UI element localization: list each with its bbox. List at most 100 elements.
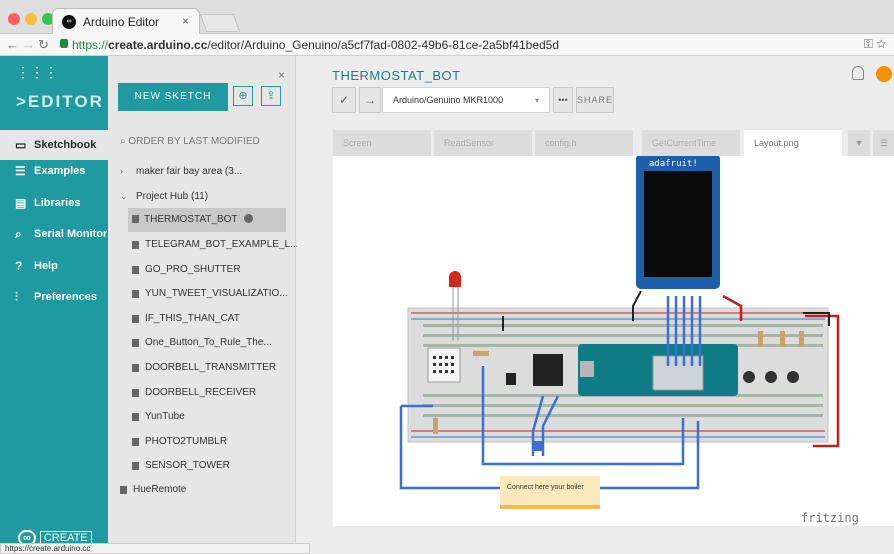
push-button bbox=[765, 371, 777, 383]
sketch-label: YUN_TWEET_VISUALIZATIO... bbox=[145, 288, 288, 299]
tab-close-icon[interactable]: × bbox=[182, 14, 189, 28]
file-icon bbox=[132, 413, 139, 421]
folder-label: maker fair bay area (3... bbox=[136, 166, 243, 177]
sketch-item[interactable]: YUN_TWEET_VISUALIZATIO... bbox=[108, 283, 296, 305]
sketch-label: One_Button_To_Rule_The... bbox=[145, 337, 272, 348]
sketch-title: THERMOSTAT_BOT bbox=[332, 68, 461, 83]
file-icon bbox=[132, 290, 139, 298]
push-button bbox=[743, 371, 755, 383]
more-button[interactable]: ••• bbox=[553, 87, 573, 113]
sketch-label: HueRemote bbox=[133, 484, 187, 495]
board-selector[interactable]: Arduino/Genuino MKR1000 ▾ bbox=[382, 87, 550, 113]
upload-button[interactable]: → bbox=[359, 87, 381, 113]
sidebar-item-serial-monitor[interactable]: ⌕ Serial Monitor bbox=[0, 219, 108, 249]
sketch-label: THERMOSTAT_BOT bbox=[144, 214, 238, 225]
sketch-label: DOORBELL_TRANSMITTER bbox=[145, 362, 277, 373]
sidebar-item-help[interactable]: ? Help bbox=[0, 251, 108, 281]
share-button[interactable]: SHARE bbox=[576, 87, 614, 113]
list-icon: ☰ bbox=[15, 164, 26, 178]
top-right-controls bbox=[852, 66, 892, 83]
status-bar: https://create.arduino.cc bbox=[0, 543, 310, 554]
file-icon bbox=[132, 266, 139, 274]
bell-icon[interactable] bbox=[852, 66, 864, 80]
sketch-label: SENSOR_TOWER bbox=[145, 460, 230, 471]
forward-arrow-icon[interactable]: → bbox=[22, 37, 35, 52]
file-icon bbox=[132, 315, 139, 323]
resistor bbox=[780, 331, 785, 347]
url-scheme: https:// bbox=[72, 38, 109, 52]
reload-icon[interactable]: ↻ bbox=[38, 37, 49, 53]
sketch-item[interactable]: One_Button_To_Rule_The... bbox=[108, 332, 296, 354]
file-icon bbox=[132, 438, 139, 446]
new-folder-icon[interactable]: ⊕ bbox=[233, 86, 253, 106]
sketch-item[interactable]: TELEGRAM_BOT_EXAMPLE_L... bbox=[108, 234, 298, 256]
new-tab-button[interactable] bbox=[199, 14, 241, 32]
fritzing-watermark: fritzing bbox=[801, 511, 859, 525]
chevron-right-icon: › bbox=[120, 166, 123, 176]
tab-config[interactable]: config.h bbox=[535, 130, 635, 156]
avatar[interactable] bbox=[876, 66, 892, 82]
chevron-down-icon: ⌄ bbox=[120, 191, 128, 201]
back-arrow-icon[interactable]: ← bbox=[6, 37, 19, 52]
folder-icon: ▭ bbox=[15, 138, 27, 152]
editor-sidebar: ⋮⋮⋮ >EDITOR ▭ Sketchbook ☰ Examples ▤ Li… bbox=[0, 56, 114, 554]
sketch-item[interactable]: GO_PRO_SHUTTER bbox=[108, 259, 296, 281]
upload-icon[interactable]: ⇪ bbox=[261, 86, 281, 106]
layout-image: adafruit! Connect here your boiler fritz… bbox=[333, 154, 894, 526]
tab-dropdown-icon[interactable]: ▼ bbox=[848, 130, 870, 156]
display-brand: adafruit! bbox=[649, 159, 698, 169]
push-button bbox=[787, 371, 799, 383]
sketch-item[interactable]: SENSOR_TOWER bbox=[108, 455, 296, 477]
sketch-label: IF_THIS_THAN_CAT bbox=[145, 313, 240, 324]
sketch-item[interactable]: THERMOSTAT_BOT bbox=[128, 208, 286, 232]
extensions-icon[interactable]: ⚿ ☆ bbox=[864, 37, 886, 52]
tab-getcurrenttime[interactable]: GetCurrentTime bbox=[642, 130, 742, 156]
url-path: /editor/Arduino_Genuino/a5cf7fad-0802-49… bbox=[207, 38, 560, 52]
folder-label: Project Hub (11) bbox=[136, 191, 209, 202]
sidebar-item-examples[interactable]: ☰ Examples bbox=[0, 156, 108, 186]
file-icon bbox=[132, 389, 139, 397]
sketch-item[interactable]: DOORBELL_RECEIVER bbox=[108, 382, 296, 404]
boiler-note-text: Connect here your boiler bbox=[507, 484, 584, 491]
close-icon[interactable]: × bbox=[278, 68, 285, 82]
sketch-label: PHOTO2TUMBLR bbox=[145, 436, 228, 447]
folder-item[interactable]: › maker fair bay area (3... bbox=[108, 161, 296, 183]
browser-tab[interactable]: ∞ Arduino Editor × bbox=[52, 8, 200, 34]
sketch-item[interactable]: PHOTO2TUMBLR bbox=[108, 431, 296, 453]
sort-control[interactable]: ⌕ ORDER BY LAST MODIFIED bbox=[120, 136, 260, 147]
minimize-window-button[interactable] bbox=[25, 13, 37, 25]
resistor bbox=[758, 331, 763, 347]
sketch-item[interactable]: YunTube bbox=[108, 406, 296, 428]
sketch-item[interactable]: IF_THIS_THAN_CAT bbox=[108, 308, 296, 330]
apps-grid-icon[interactable]: ⋮⋮⋮ bbox=[16, 64, 58, 81]
sidebar-item-label: Help bbox=[34, 260, 58, 272]
address-bar: ← → ↻ https://create.arduino.cc/editor/A… bbox=[0, 34, 894, 56]
sliders-icon: ⫶ bbox=[15, 290, 19, 304]
chevron-down-icon: ▾ bbox=[534, 96, 539, 105]
verify-button[interactable]: ✓ bbox=[332, 87, 356, 113]
sketch-item[interactable]: DOORBELL_TRANSMITTER bbox=[108, 357, 296, 379]
file-icon bbox=[132, 241, 139, 249]
folder-item[interactable]: ⌄ Project Hub (11) bbox=[108, 186, 296, 208]
url-field[interactable]: https://create.arduino.cc/editor/Arduino… bbox=[72, 38, 559, 52]
sketchbook-panel: × NEW SKETCH ⊕ ⇪ ⌕ ORDER BY LAST MODIFIE… bbox=[108, 56, 298, 554]
sidebar-item-preferences[interactable]: ⫶ Preferences bbox=[0, 282, 108, 312]
browser-tab-bar: ∞ Arduino Editor × bbox=[0, 0, 894, 34]
list-icon[interactable]: ☰ bbox=[873, 130, 894, 156]
close-window-button[interactable] bbox=[8, 13, 20, 25]
resistor bbox=[433, 418, 438, 434]
board-label: Arduino/Genuino MKR1000 bbox=[393, 95, 504, 105]
help-icon: ? bbox=[15, 259, 23, 273]
boiler-note bbox=[500, 476, 600, 509]
lock-icon bbox=[60, 39, 68, 48]
tab-readsensor[interactable]: ReadSensor bbox=[434, 130, 534, 156]
sidebar-item-libraries[interactable]: ▤ Libraries bbox=[0, 188, 108, 218]
resistor bbox=[799, 331, 804, 347]
tab-layout[interactable]: Layout.png bbox=[744, 130, 844, 156]
sketch-item[interactable]: HueRemote bbox=[108, 479, 296, 501]
transistor bbox=[506, 373, 516, 385]
tab-screen[interactable]: Screen bbox=[333, 130, 433, 156]
sort-label: ORDER BY LAST MODIFIED bbox=[128, 136, 260, 147]
options-icon[interactable] bbox=[243, 214, 253, 223]
new-sketch-button[interactable]: NEW SKETCH bbox=[118, 83, 228, 111]
